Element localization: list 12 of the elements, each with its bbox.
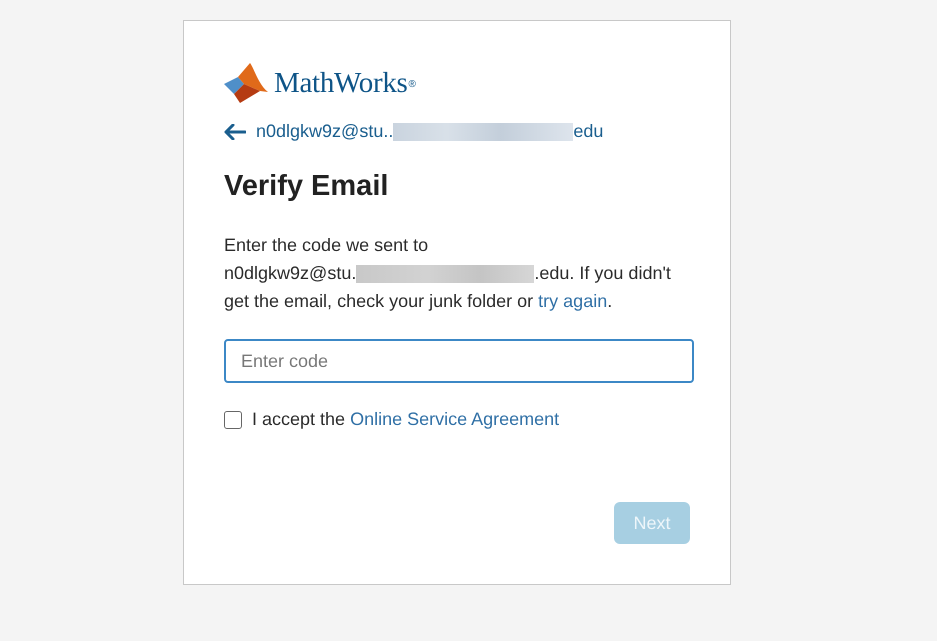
registered-mark: ® — [408, 78, 416, 90]
service-agreement-link[interactable]: Online Service Agreement — [350, 409, 560, 429]
code-input-field[interactable]: Enter code — [224, 339, 694, 383]
agreement-checkbox[interactable] — [224, 410, 242, 428]
instructions-text: Enter the code we sent to n0dlgkw9z@stu. .edu. If you didn't get the email, check your junk folder or try again. — [224, 234, 672, 313]
back-arrow-icon — [224, 124, 246, 140]
logo-wordmark: MathWorks — [274, 66, 408, 100]
logo-icon — [224, 62, 268, 104]
agreement-label: I accept the Online Service Agreement — [252, 409, 560, 430]
back-link[interactable]: n0dlgkw9z@stu.. edu — [224, 121, 604, 142]
try-again-link[interactable]: try again — [538, 291, 608, 311]
page-title: Verify Email — [224, 170, 390, 203]
